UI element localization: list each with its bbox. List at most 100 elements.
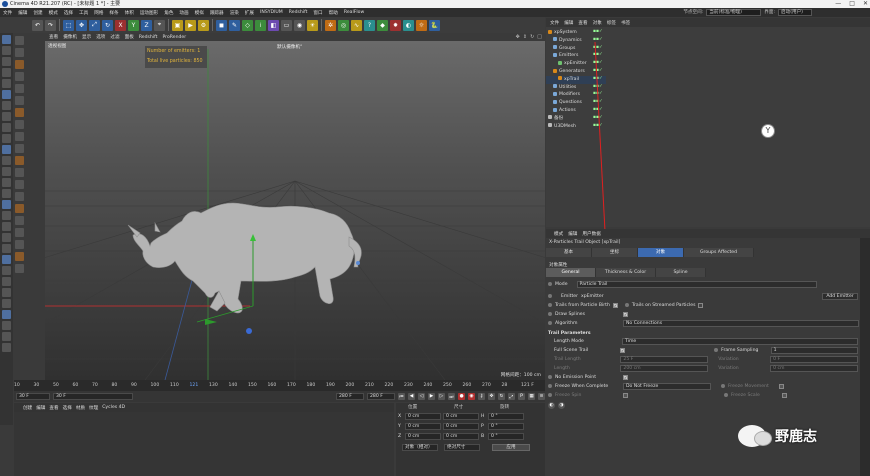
viewport-menu-item-1[interactable]: 摄像机 — [63, 34, 77, 40]
rot-p-field[interactable]: 0 ° — [488, 423, 524, 430]
zoom-icon[interactable]: ⇕ — [523, 34, 527, 40]
loop-icon[interactable] — [2, 332, 11, 341]
pan-icon[interactable]: ✥ — [516, 34, 520, 40]
move-tool-icon[interactable] — [14, 36, 24, 45]
mirror-icon[interactable] — [2, 343, 11, 352]
node-space-dropdown[interactable]: 当前(标准/物理) — [706, 9, 762, 16]
menu-item-14[interactable]: 渲染 — [230, 10, 239, 16]
goto-end-icon[interactable]: ⏭ — [448, 393, 455, 400]
menu-item-11[interactable]: 动画 — [179, 10, 188, 16]
attribute-tab-item-0[interactable]: 基本 — [546, 248, 592, 257]
no-emission-checkbox[interactable]: ✓ — [623, 374, 628, 380]
spline-icon[interactable] — [14, 168, 24, 177]
cube-icon[interactable]: ◼ — [216, 19, 227, 31]
param-key-icon[interactable]: P — [518, 393, 525, 400]
lock-icon[interactable] — [2, 123, 11, 132]
viewport-menu-item-3[interactable]: 选项 — [96, 34, 105, 40]
trails-birth-checkbox[interactable]: ✓ — [612, 302, 618, 308]
timeline-menu-icon[interactable]: ≡ — [538, 393, 545, 400]
viewport-menu-item-2[interactable]: 显示 — [82, 34, 91, 40]
rect-select-icon[interactable] — [14, 84, 24, 93]
full-scene-checkbox[interactable]: ✓ — [619, 347, 625, 353]
coord-icon[interactable]: ⌖ — [154, 19, 165, 31]
menu-item-19[interactable]: 帮助 — [329, 10, 338, 16]
menu-item-5[interactable]: 工具 — [79, 10, 88, 16]
xpresso-icon[interactable] — [14, 240, 24, 249]
emitter-tool-icon[interactable] — [14, 204, 24, 213]
generator-icon[interactable]: ◆ — [377, 19, 388, 31]
rot-b-field[interactable]: 0 ° — [488, 433, 524, 440]
attribute-menu-item-2[interactable]: 用户数据 — [582, 231, 600, 237]
scale-tool-icon[interactable] — [14, 48, 24, 57]
viewport-menu-redshift[interactable]: Redshift — [139, 35, 158, 40]
object-menu-item-3[interactable]: 对象 — [593, 20, 602, 26]
smooth-icon[interactable] — [2, 321, 11, 330]
menu-item-10[interactable]: 角色 — [164, 10, 173, 16]
sound-icon[interactable] — [14, 252, 24, 261]
question-icon[interactable]: ? — [364, 19, 375, 31]
material-menu-item-3[interactable]: 选择 — [63, 405, 72, 411]
brush-icon[interactable] — [2, 299, 11, 308]
menu-item-7[interactable]: 样条 — [109, 10, 118, 16]
sun-icon[interactable]: ☼ — [416, 19, 427, 31]
frame-icon[interactable] — [14, 264, 24, 273]
null-icon[interactable] — [14, 156, 24, 165]
x-axis-icon[interactable]: X — [115, 19, 126, 31]
python-icon[interactable]: 🐍 — [429, 19, 440, 31]
python-tag-icon[interactable] — [2, 189, 11, 198]
move-key-icon[interactable]: ✥ — [488, 393, 495, 400]
autokey-icon[interactable]: ◉ — [468, 393, 475, 400]
render-settings-icon[interactable]: ⚙ — [198, 19, 209, 31]
material-icon[interactable] — [14, 216, 24, 225]
attribute-scrollbar[interactable] — [860, 238, 870, 476]
pla-key-icon[interactable]: ▦ — [528, 393, 535, 400]
floor-icon[interactable]: ▭ — [281, 19, 292, 31]
live-select-icon[interactable] — [14, 72, 24, 81]
pos-y-field[interactable]: 0 cm — [405, 423, 441, 430]
trail-length-field[interactable]: 25 F — [620, 355, 709, 363]
object-menu-item-2[interactable]: 查看 — [578, 20, 587, 26]
layout-dropdown[interactable]: 启动(用户) — [778, 9, 812, 16]
xp-trail-icon[interactable]: ∿ — [351, 19, 362, 31]
keyframe-icon[interactable]: ⚷ — [478, 393, 485, 400]
render-icon[interactable]: ▶ — [185, 19, 196, 31]
menu-item-6[interactable]: 网格 — [94, 10, 103, 16]
menu-item-3[interactable]: 模式 — [49, 10, 58, 16]
preview-start-field[interactable]: 30 F — [53, 393, 133, 400]
length-field[interactable]: 200 cm — [620, 364, 709, 372]
sculpt-icon[interactable] — [2, 156, 11, 165]
freeze-movement-checkbox[interactable] — [779, 383, 784, 389]
fill-select-icon[interactable] — [14, 108, 24, 117]
preview-end-field[interactable]: 280 F — [336, 393, 364, 400]
size-mode-dropdown[interactable]: 绝对尺寸 — [444, 444, 480, 451]
undo-icon[interactable]: ↶ — [32, 19, 43, 31]
axis-mode-icon[interactable] — [2, 90, 11, 99]
bevel-icon[interactable] — [2, 244, 11, 253]
add-emitter-button[interactable]: Add Emitter — [822, 292, 858, 300]
pen-icon[interactable]: ✎ — [229, 19, 240, 31]
axis-lock-icon[interactable] — [2, 145, 11, 154]
gizmo-z-handle[interactable] — [246, 328, 252, 334]
array-icon[interactable]: ⁞ — [255, 19, 266, 31]
select-icon[interactable]: ⬚ — [63, 19, 74, 31]
trails-streamed-checkbox[interactable] — [698, 302, 704, 308]
viewport-menu-item-5[interactable]: 面板 — [125, 34, 134, 40]
algorithm-dropdown[interactable]: No Connections — [623, 319, 859, 327]
workplane-icon[interactable] — [2, 112, 11, 121]
object-menu-item-4[interactable]: 标签 — [607, 20, 616, 26]
start-frame-field[interactable]: 30 F — [16, 393, 50, 400]
render-view-icon[interactable]: ▣ — [172, 19, 183, 31]
pos-z-field[interactable]: 0 cm — [405, 433, 441, 440]
material-menu-cycles-4d[interactable]: Cycles 4D — [102, 405, 125, 410]
draw-splines-checkbox[interactable]: ✓ — [623, 311, 628, 317]
minimize-button[interactable]: — — [835, 0, 841, 8]
end-frame-field[interactable]: 280 F — [367, 393, 395, 400]
menu-item-1[interactable]: 编辑 — [18, 10, 27, 16]
menu-redshift[interactable]: Redshift — [289, 10, 308, 15]
prev-key-icon[interactable]: ◀ — [408, 393, 415, 400]
texture-mode-icon[interactable] — [2, 46, 11, 55]
object-menu-item-0[interactable]: 文件 — [550, 20, 559, 26]
subtab-general[interactable]: General — [546, 268, 596, 277]
edges-mode-icon[interactable] — [2, 68, 11, 77]
iron-icon[interactable] — [2, 310, 11, 319]
